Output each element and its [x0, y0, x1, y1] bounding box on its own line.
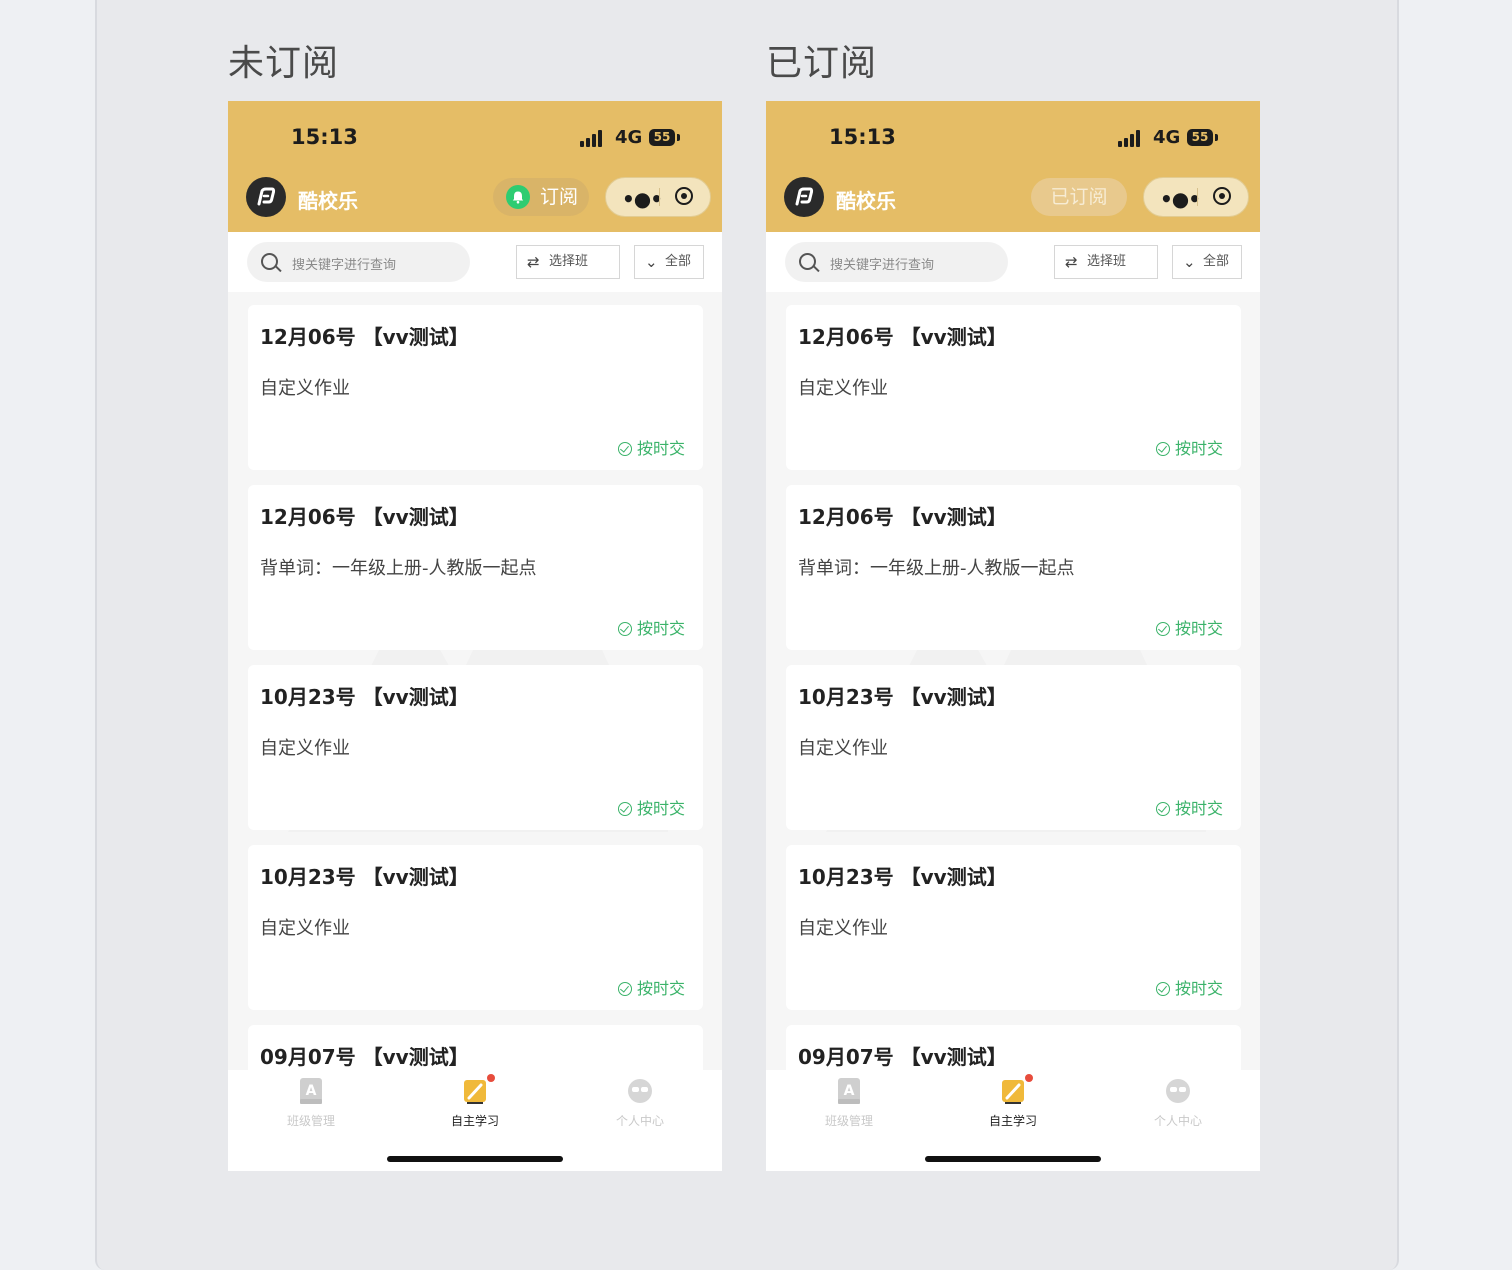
subscribe-button[interactable]: 订阅	[493, 178, 589, 216]
signal-icon	[1118, 129, 1144, 147]
network-type: 4G	[615, 127, 643, 148]
app-name: 酷校乐	[836, 189, 896, 213]
tab-class-management[interactable]: A 班级管理	[261, 1076, 361, 1129]
check-circle-icon	[1155, 442, 1170, 456]
tab-bar: A 班级管理 自主学习 个人中心	[228, 1070, 722, 1171]
class-icon: A	[297, 1076, 325, 1106]
homework-card[interactable]: 12月06号 【vv测试】 背单词：一年级上册-人教版一起点 按时交	[248, 485, 703, 650]
study-icon	[461, 1074, 495, 1106]
subscribed-button[interactable]: 已订阅	[1031, 178, 1127, 216]
search-placeholder: 搜关键字进行查询	[830, 258, 935, 273]
status-badge: 按时交	[617, 435, 685, 459]
homework-card[interactable]: 12月06号 【vv测试】 背单词：一年级上册-人教版一起点 按时交	[786, 485, 1241, 650]
close-target-icon[interactable]	[1213, 187, 1231, 205]
notification-dot	[1025, 1074, 1033, 1082]
class-icon: A	[835, 1076, 863, 1106]
bell-icon	[506, 185, 530, 209]
more-icon[interactable]: •●•	[1160, 187, 1201, 211]
tab-class-management[interactable]: A 班级管理	[799, 1076, 899, 1129]
phone-unsubscribed: 15:13 4G 55 酷校乐 订阅 •●• 搜关键字进行查询 ⇄ 选择班 ⌄ …	[228, 101, 722, 1171]
search-input[interactable]: 搜关键字进行查询	[785, 242, 1008, 282]
status-badge: 按时交	[1155, 435, 1223, 459]
svg-text:A: A	[844, 1083, 855, 1099]
homework-card[interactable]: 10月23号 【vv测试】 自定义作业 按时交	[786, 665, 1241, 830]
status-badge: 按时交	[617, 975, 685, 999]
check-circle-icon	[617, 442, 632, 456]
app-logo	[246, 177, 286, 217]
profile-icon	[626, 1076, 654, 1106]
check-circle-icon	[617, 982, 632, 996]
svg-text:A: A	[306, 1083, 317, 1099]
home-indicator	[387, 1156, 563, 1162]
status-badge: 按时交	[617, 615, 685, 639]
battery-icon: 55	[649, 129, 680, 146]
status-badge: 按时交	[1155, 615, 1223, 639]
homework-card[interactable]: 10月23号 【vv测试】 自定义作业 按时交	[786, 845, 1241, 1010]
profile-icon	[1164, 1076, 1192, 1106]
check-circle-icon	[1155, 622, 1170, 636]
more-icon[interactable]: •●•	[622, 187, 663, 211]
subscribed-label: 已订阅	[1050, 186, 1108, 208]
swap-icon: ⇄	[527, 253, 540, 271]
search-icon	[799, 253, 816, 270]
app-logo	[784, 177, 824, 217]
homework-list: 12月06号 【vv测试】 自定义作业 按时交 12月06号 【vv测试】 背单…	[766, 292, 1260, 1070]
status-badge: 按时交	[1155, 795, 1223, 819]
subscribe-label: 订阅	[540, 186, 579, 208]
search-icon	[261, 253, 278, 270]
miniapp-capsule: •●•	[605, 177, 711, 217]
caption-unsubscribed: 未订阅	[228, 43, 340, 84]
signal-icon	[580, 129, 606, 147]
nav-header: 15:13 4G 55 酷校乐 已订阅 •●•	[766, 101, 1260, 232]
close-target-icon[interactable]	[675, 187, 693, 205]
homework-card[interactable]: 12月06号 【vv测试】 自定义作业 按时交	[248, 305, 703, 470]
notification-dot	[487, 1074, 495, 1082]
search-input[interactable]: 搜关键字进行查询	[247, 242, 470, 282]
study-icon	[999, 1074, 1033, 1106]
battery-icon: 55	[1187, 129, 1218, 146]
check-circle-icon	[1155, 982, 1170, 996]
status-badge: 按时交	[617, 795, 685, 819]
caption-subscribed: 已订阅	[766, 43, 878, 84]
tab-profile[interactable]: 个人中心	[590, 1076, 690, 1129]
app-name: 酷校乐	[298, 189, 358, 213]
tab-bar: A 班级管理 自主学习 个人中心	[766, 1070, 1260, 1171]
check-circle-icon	[617, 802, 632, 816]
check-circle-icon	[1155, 802, 1170, 816]
homework-card[interactable]: 09月07号 【vv测试】	[786, 1025, 1241, 1070]
nav-header: 15:13 4G 55 酷校乐 订阅 •●•	[228, 101, 722, 232]
home-indicator	[925, 1156, 1101, 1162]
tab-self-study[interactable]: 自主学习	[963, 1074, 1063, 1129]
homework-card[interactable]: 12月06号 【vv测试】 自定义作业 按时交	[786, 305, 1241, 470]
filter-bar: 搜关键字进行查询 ⇄ 选择班 ⌄ 全部	[766, 232, 1260, 292]
select-class-button[interactable]: ⇄ 选择班	[1054, 245, 1158, 279]
homework-card[interactable]: 10月23号 【vv测试】 自定义作业 按时交	[248, 665, 703, 830]
tab-profile[interactable]: 个人中心	[1128, 1076, 1228, 1129]
chevron-down-icon: ⌄	[645, 253, 658, 271]
status-time: 15:13	[829, 125, 896, 149]
swap-icon: ⇄	[1065, 253, 1078, 271]
search-placeholder: 搜关键字进行查询	[292, 258, 397, 273]
range-dropdown[interactable]: ⌄ 全部	[634, 245, 704, 279]
miniapp-capsule: •●•	[1143, 177, 1249, 217]
homework-card[interactable]: 09月07号 【vv测试】	[248, 1025, 703, 1070]
homework-list: 12月06号 【vv测试】 自定义作业 按时交 12月06号 【vv测试】 背单…	[228, 292, 722, 1070]
phone-subscribed: 15:13 4G 55 酷校乐 已订阅 •●• 搜关键字进行查询 ⇄ 选择班 ⌄	[766, 101, 1260, 1171]
network-type: 4G	[1153, 127, 1181, 148]
check-circle-icon	[617, 622, 632, 636]
select-class-button[interactable]: ⇄ 选择班	[516, 245, 620, 279]
range-dropdown[interactable]: ⌄ 全部	[1172, 245, 1242, 279]
chevron-down-icon: ⌄	[1183, 253, 1196, 271]
status-badge: 按时交	[1155, 975, 1223, 999]
tab-self-study[interactable]: 自主学习	[425, 1074, 525, 1129]
homework-card[interactable]: 10月23号 【vv测试】 自定义作业 按时交	[248, 845, 703, 1010]
filter-bar: 搜关键字进行查询 ⇄ 选择班 ⌄ 全部	[228, 232, 722, 292]
status-time: 15:13	[291, 125, 358, 149]
